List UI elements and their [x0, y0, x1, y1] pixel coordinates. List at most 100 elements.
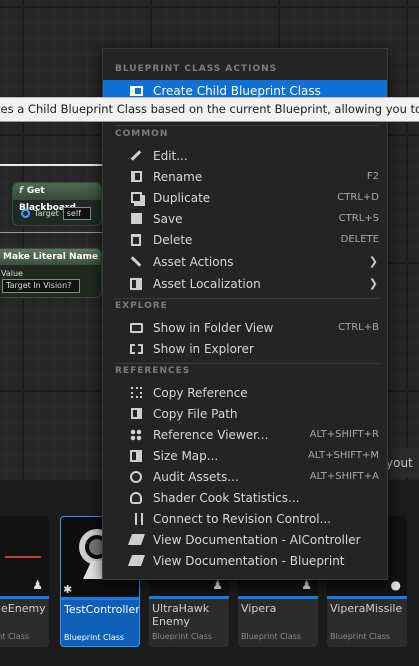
explorer-icon	[128, 341, 144, 357]
value-field[interactable]: Target In Vision?	[2, 279, 80, 293]
menu-item-reference-viewer[interactable]: Reference Viewer... ALT+SHIFT+R	[103, 424, 387, 445]
target-pin-icon[interactable]	[21, 209, 30, 218]
menu-item-label: Show in Folder View	[153, 320, 274, 335]
menu-item-label: Rename	[153, 169, 203, 184]
asset-type: Blueprint Class	[241, 632, 302, 641]
make-literal-name-node[interactable]: Make Literal Name Value Target In Vision…	[0, 248, 102, 298]
menu-item-label: Save	[153, 211, 183, 226]
copy-reference-icon	[128, 385, 144, 401]
node-title: Make Literal Name	[0, 249, 101, 265]
asset-name: Vipera	[241, 602, 277, 615]
menu-item-label: Audit Assets...	[153, 469, 239, 484]
asset-name: eEnemy	[1, 602, 46, 615]
section-header-blueprint: BLUEPRINT CLASS ACTIONS	[115, 64, 278, 74]
menu-item-show-in-folder-view[interactable]: Show in Folder View CTRL+B	[103, 317, 387, 338]
star-icon: ✱	[63, 583, 73, 596]
menu-item-rename[interactable]: Rename F2	[103, 166, 387, 187]
chevron-right-icon: ❯	[368, 255, 378, 268]
pencil-icon	[128, 148, 144, 164]
menu-item-audit-assets[interactable]: Audit Assets... ALT+SHIFT+A	[103, 466, 387, 487]
shortcut-label: DELETE	[340, 234, 379, 245]
menu-item-label: Show in Explorer	[153, 341, 254, 356]
documentation-icon	[127, 532, 145, 548]
menu-item-view-docs-blueprint[interactable]: View Documentation - Blueprint	[103, 550, 387, 571]
menu-item-asset-localization[interactable]: Asset Localization ❯	[103, 273, 387, 294]
node-header: f Get Blackboard	[13, 183, 101, 213]
pawn-icon: ♟	[301, 578, 312, 592]
menu-item-copy-file-path[interactable]: Copy File Path	[103, 403, 387, 424]
menu-item-save[interactable]: Save CTRL+S	[103, 208, 387, 229]
copy-path-icon	[128, 406, 144, 422]
menu-item-connect-revision-control[interactable]: Connect to Revision Control...	[103, 508, 387, 529]
documentation-icon	[127, 553, 145, 569]
menu-item-label: Duplicate	[153, 190, 211, 205]
chevron-right-icon: ❯	[368, 277, 378, 290]
menu-item-label: Edit...	[153, 148, 188, 163]
menu-item-label: Reference Viewer...	[153, 427, 269, 442]
menu-item-label: Asset Actions	[153, 254, 234, 269]
menu-item-view-docs-aicontroller[interactable]: View Documentation - AIController	[103, 529, 387, 550]
class-color-bar	[327, 596, 407, 599]
menu-item-duplicate[interactable]: Duplicate CTRL+D	[103, 187, 387, 208]
menu-item-label: Asset Localization	[153, 276, 261, 291]
menu-item-copy-reference[interactable]: Copy Reference	[103, 382, 387, 403]
audit-icon	[128, 469, 144, 485]
separator	[115, 298, 379, 299]
separator	[115, 363, 379, 364]
save-icon	[128, 211, 144, 227]
asset-type: Blueprint Class	[152, 632, 213, 641]
menu-item-label: Size Map...	[153, 448, 219, 463]
menu-item-label: Copy Reference	[153, 385, 248, 400]
menu-item-show-in-explorer[interactable]: Show in Explorer	[103, 338, 387, 359]
menu-item-label: Shader Cook Statistics...	[153, 490, 300, 505]
shortcut-label: CTRL+S	[338, 213, 379, 224]
shortcut-label: CTRL+B	[338, 322, 379, 333]
menu-item-shader-cook-statistics[interactable]: Shader Cook Statistics...	[103, 487, 387, 508]
class-color-bar	[61, 597, 139, 600]
menu-item-label: Connect to Revision Control...	[153, 511, 332, 526]
menu-item-label: View Documentation - AIController	[153, 532, 361, 547]
menu-item-delete[interactable]: Delete DELETE	[103, 229, 387, 250]
folder-view-icon	[128, 320, 144, 336]
asset-name: TestController	[64, 603, 140, 616]
function-icon: f	[19, 186, 23, 196]
asset-name: UltraHawk Enemy	[152, 602, 210, 628]
asset-type: Blueprint Class	[64, 633, 125, 642]
shader-stats-icon	[128, 490, 144, 506]
reference-viewer-icon	[128, 427, 144, 443]
trash-icon	[128, 232, 144, 248]
section-header-common: COMMON	[115, 129, 169, 139]
get-blackboard-node[interactable]: f Get Blackboard Target self	[12, 182, 102, 226]
menu-item-label: Copy File Path	[153, 406, 238, 421]
rename-icon	[128, 169, 144, 185]
pin-label: Target	[34, 209, 59, 218]
data-wire	[0, 232, 102, 233]
shortcut-label: ALT+SHIFT+M	[307, 450, 379, 461]
class-color-bar	[149, 596, 229, 599]
asset-context-menu: BLUEPRINT CLASS ACTIONS Create Child Blu…	[102, 48, 388, 580]
menu-item-size-map[interactable]: Size Map... ALT+SHIFT+M	[103, 445, 387, 466]
section-header-references: REFERENCES	[115, 366, 191, 376]
shortcut-label: CTRL+D	[337, 192, 379, 203]
shortcut-label: ALT+SHIFT+R	[309, 429, 379, 440]
shortcut-label: F2	[366, 171, 379, 182]
size-map-icon	[128, 448, 144, 464]
class-color-bar	[0, 596, 49, 599]
menu-item-label: Create Child Blueprint Class	[153, 83, 321, 98]
class-color-bar	[238, 596, 318, 599]
shortcut-label: ALT+SHIFT+A	[309, 471, 379, 482]
asset-type: int Class	[0, 632, 30, 641]
tooltip: tes a Child Blueprint Class based on the…	[0, 97, 419, 122]
menu-item-asset-actions[interactable]: Asset Actions ❯	[103, 251, 387, 272]
asset-tile[interactable]: ♟ eEnemy int Class	[0, 516, 49, 647]
pin-value-field[interactable]: self	[62, 207, 91, 220]
revision-control-icon	[128, 511, 144, 527]
localization-icon	[128, 276, 144, 292]
section-header-explore: EXPLORE	[115, 301, 168, 311]
pawn-icon: ♟	[212, 578, 223, 592]
thumbnail-detail	[5, 556, 41, 558]
actor-icon: ●	[390, 578, 401, 592]
exec-wire	[0, 164, 102, 166]
menu-item-edit[interactable]: Edit...	[103, 145, 387, 166]
wrench-icon	[128, 254, 144, 270]
